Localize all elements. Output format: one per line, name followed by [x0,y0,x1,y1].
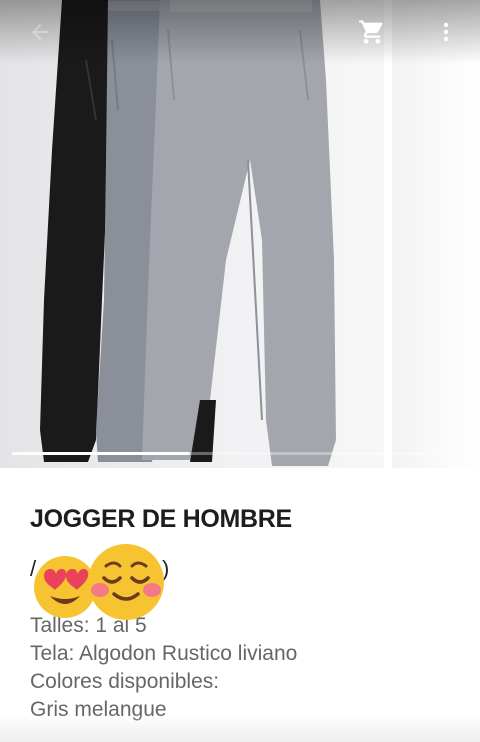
detail-colors-label: Colores disponibles: [30,670,220,693]
more-vert-icon [443,22,449,42]
detail-fabric: Tela: Algodon Rustico liviano [30,642,298,665]
product-description: Talles: 1 al 5 Tela: Algodon Rustico liv… [30,612,460,724]
price-row: / ) [30,544,460,620]
scroll-edge [0,714,480,742]
product-details: JOGGER DE HOMBRE / ) Talles: 1 al 5 Tela… [30,502,460,724]
page-indicator-active [12,452,190,455]
cart-button[interactable] [352,12,392,52]
detail-sizes: Talles: 1 al 5 [30,614,147,637]
product-image[interactable] [0,0,384,468]
arrow-back-icon [32,24,48,40]
blushing-smile-emoji [88,544,164,620]
app-toolbar [0,0,480,64]
gallery-gap [384,0,392,468]
more-options-button[interactable] [426,12,466,52]
page-indicator-inactive [190,452,468,455]
product-image-gallery[interactable] [0,0,480,468]
shopping-cart-icon [359,20,383,44]
gallery-page-indicator [12,452,468,455]
product-title: JOGGER DE HOMBRE [30,505,292,533]
back-button[interactable] [20,12,60,52]
pants-illustration [40,0,336,466]
next-image-preview[interactable] [392,0,480,468]
